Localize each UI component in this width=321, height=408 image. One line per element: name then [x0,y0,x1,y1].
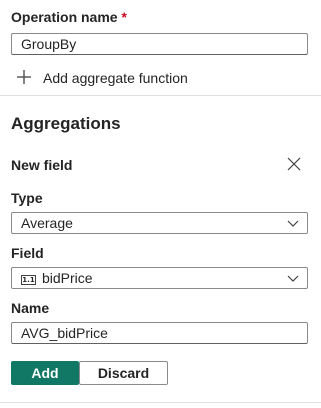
operation-name-label: Operation name * [11,9,127,25]
chevron-down-icon [287,220,299,227]
name-label: Name [11,300,50,316]
decimal-type-icon: 1.1 [21,275,36,285]
add-aggregate-function-button[interactable]: Add aggregate function [16,68,216,88]
discard-button[interactable]: Discard [79,361,168,385]
type-dropdown[interactable]: Average [11,212,308,234]
name-value: AVG_bidPrice [21,325,108,341]
type-label: Type [11,190,43,206]
close-icon[interactable] [287,157,301,171]
plus-icon [17,70,31,84]
operation-name-value: GroupBy [21,36,77,52]
chevron-down-icon [287,275,299,282]
field-value: bidPrice [42,270,93,286]
add-aggregate-function-label: Add aggregate function [43,70,188,86]
required-mark: * [121,9,127,25]
add-button[interactable]: Add [11,361,79,385]
field-dropdown[interactable]: 1.1 bidPrice [11,267,308,289]
aggregations-title: Aggregations [11,114,121,133]
new-field-title: New field [11,157,73,173]
type-value: Average [21,215,73,231]
name-input[interactable]: AVG_bidPrice [11,322,308,344]
operation-name-input[interactable]: GroupBy [11,33,308,55]
bottom-divider [0,402,321,403]
section-divider [0,95,321,96]
field-label: Field [11,245,44,261]
operation-name-label-text: Operation name [11,9,118,25]
